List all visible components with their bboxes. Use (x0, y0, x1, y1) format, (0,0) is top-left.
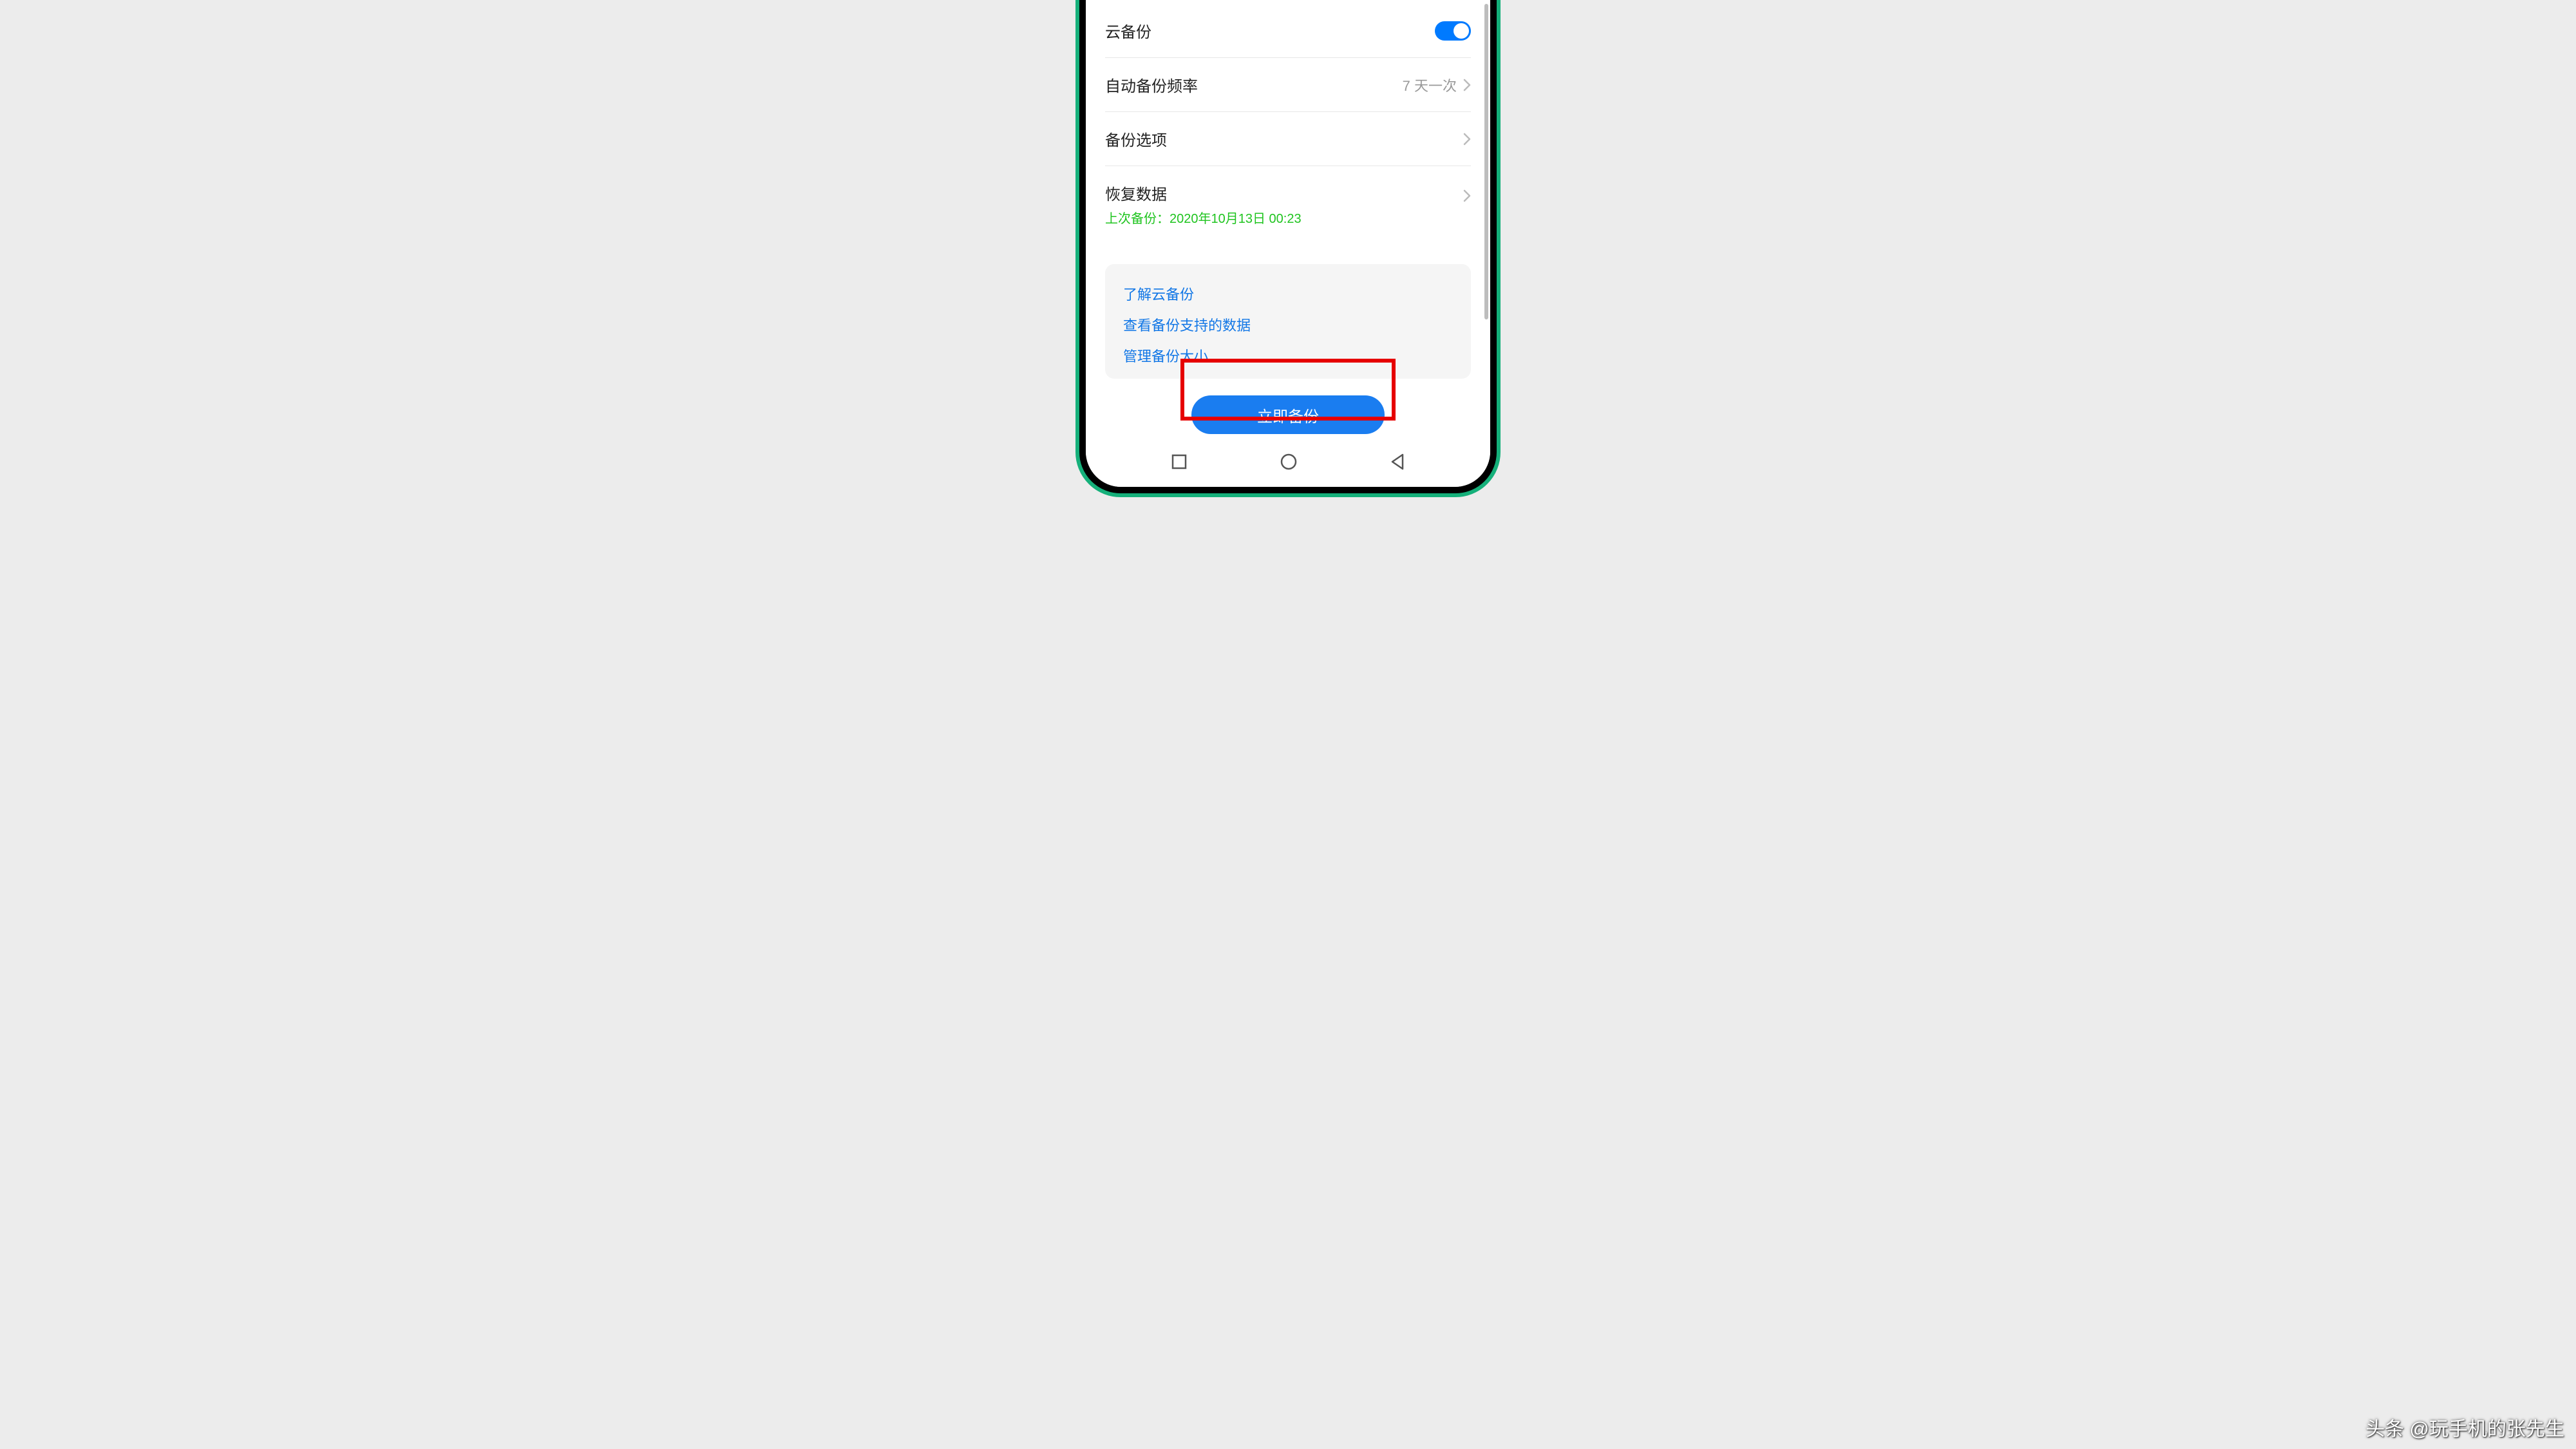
scrollbar[interactable] (1484, 4, 1488, 319)
watermark: 头条 @玩手机的张先生 (2365, 1413, 2564, 1441)
nav-recent-icon[interactable] (1171, 453, 1188, 470)
backup-now-button[interactable]: 立即备份 (1191, 395, 1385, 434)
cloud-backup-toggle[interactable] (1435, 21, 1471, 41)
row-backup-options[interactable]: 备份选项 (1105, 112, 1471, 166)
android-navbar (1086, 442, 1490, 487)
links-card: 了解云备份 查看备份支持的数据 管理备份大小 (1105, 264, 1471, 379)
phone-screen: 云备份 自动备份频率 7 天一次 备份选项 (1086, 0, 1490, 487)
phone-frame: 云备份 自动备份频率 7 天一次 备份选项 (1075, 0, 1501, 497)
watermark-text: 头条 @玩手机的张先生 (2365, 1413, 2564, 1441)
nav-back-icon[interactable] (1390, 453, 1405, 470)
last-backup-text: 上次备份：2020年10月13日 00:23 (1105, 208, 1302, 227)
toggle-knob (1454, 23, 1469, 39)
row-backup-frequency[interactable]: 自动备份频率 7 天一次 (1105, 58, 1471, 112)
cloud-backup-label: 云备份 (1105, 19, 1151, 42)
link-learn-cloud-backup[interactable]: 了解云备份 (1123, 278, 1453, 309)
link-manage-backup-size[interactable]: 管理备份大小 (1123, 340, 1453, 371)
nav-home-icon[interactable] (1280, 453, 1298, 471)
chevron-right-icon (1463, 189, 1471, 202)
link-supported-data[interactable]: 查看备份支持的数据 (1123, 309, 1453, 340)
options-label: 备份选项 (1105, 128, 1167, 150)
frequency-value: 7 天一次 (1403, 75, 1457, 95)
chevron-right-icon (1463, 133, 1471, 146)
restore-label: 恢复数据 (1105, 182, 1302, 204)
backup-now-label: 立即备份 (1257, 404, 1319, 426)
content-area: 云备份 自动备份频率 7 天一次 备份选项 (1086, 4, 1490, 442)
row-cloud-backup[interactable]: 云备份 (1105, 4, 1471, 58)
chevron-right-icon (1463, 79, 1471, 91)
row-restore-data[interactable]: 恢复数据 上次备份：2020年10月13日 00:23 (1105, 166, 1471, 242)
frequency-label: 自动备份频率 (1105, 73, 1198, 96)
